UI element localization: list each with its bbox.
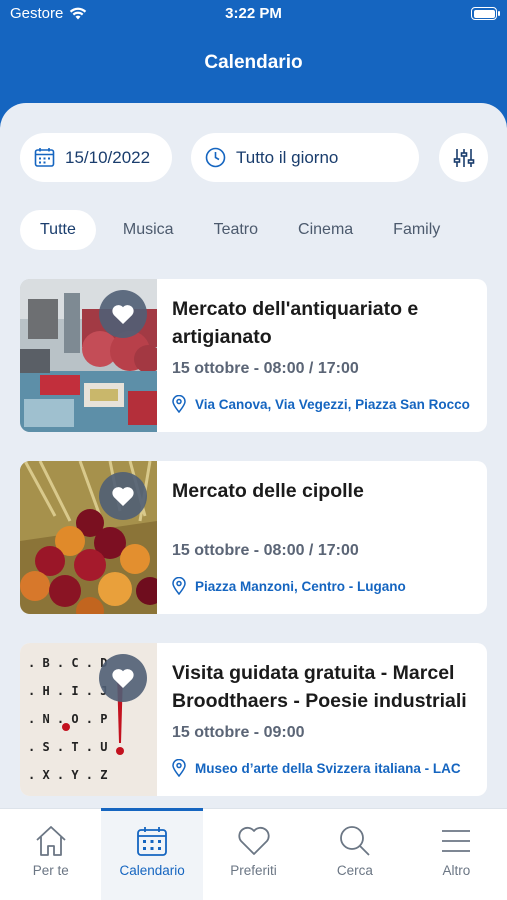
event-card[interactable]: Mercato delle cipolle 15 ottobre - 08:00…: [20, 461, 487, 614]
category-tab-cinema[interactable]: Cinema: [278, 210, 373, 250]
category-tab-teatro[interactable]: Teatro: [194, 210, 278, 250]
event-location-text: Piazza Manzoni, Centro - Lugano: [195, 578, 406, 594]
event-date: 15 ottobre - 08:00 / 17:00: [172, 542, 359, 559]
event-location: Museo d’arte della Svizzera italiana - L…: [172, 759, 477, 777]
filter-button[interactable]: [439, 133, 488, 182]
sliders-icon: [453, 148, 474, 167]
search-icon: [340, 826, 370, 856]
event-location: Piazza Manzoni, Centro - Lugano: [172, 577, 477, 595]
tab-cerca[interactable]: Cerca: [304, 809, 405, 900]
event-card[interactable]: . B . C . D . H . I . J . N . O . P . S …: [20, 643, 487, 796]
time-picker-button[interactable]: Tutto il giorno: [191, 133, 419, 182]
tab-label: Calendario: [119, 863, 185, 878]
heart-icon: [112, 487, 134, 506]
calendar-icon: [34, 148, 55, 167]
tab-label: Preferiti: [230, 863, 277, 878]
heart-icon: [237, 826, 270, 855]
battery-icon: [471, 7, 500, 20]
event-location-text: Via Canova, Via Vegezzi, Piazza San Rocc…: [195, 396, 470, 412]
tab-label: Per te: [32, 863, 69, 878]
date-picker-button[interactable]: 15/10/2022: [20, 133, 172, 182]
event-location: Via Canova, Via Vegezzi, Piazza San Rocc…: [172, 395, 477, 413]
event-date: 15 ottobre - 08:00 / 17:00: [172, 360, 359, 377]
tab-bar: Per te Calendario Preferiti Cerca Altro: [0, 808, 507, 900]
tab-preferiti[interactable]: Preferiti: [203, 809, 304, 900]
favorite-button[interactable]: [99, 290, 147, 338]
svg-text:. S . T . U: . S . T . U: [28, 740, 107, 754]
event-title: Visita guidata gratuita - Marcel Broodth…: [172, 662, 467, 712]
event-date: 15 ottobre - 09:00: [172, 724, 305, 741]
heart-icon: [112, 669, 134, 688]
category-tabs: Tutte Musica Teatro Cinema Family: [20, 210, 507, 250]
page-title: Calendario: [204, 52, 303, 73]
status-time: 3:22 PM: [225, 5, 282, 22]
favorite-button[interactable]: [99, 472, 147, 520]
svg-text:. B . C . D: . B . C . D: [28, 656, 107, 670]
category-tab-family[interactable]: Family: [373, 210, 460, 250]
event-title: Mercato dell'antiquariato e artigianato: [172, 298, 419, 348]
event-location-text: Museo d’arte della Svizzera italiana - L…: [195, 760, 461, 776]
tab-label: Altro: [442, 863, 471, 878]
time-value: Tutto il giorno: [236, 147, 339, 167]
menu-icon: [442, 830, 471, 852]
calendar-icon: [137, 827, 168, 856]
tab-calendario[interactable]: Calendario: [101, 808, 204, 900]
status-bar: Gestore 3:22 PM: [0, 0, 507, 28]
category-tab-tutte[interactable]: Tutte: [20, 210, 96, 250]
location-pin-icon: [172, 577, 186, 595]
category-tab-musica[interactable]: Musica: [103, 210, 194, 250]
event-card[interactable]: Mercato dell'antiquariato e artigianato …: [20, 279, 487, 432]
tab-altro[interactable]: Altro: [406, 809, 507, 900]
home-icon: [36, 826, 66, 856]
favorite-button[interactable]: [99, 654, 147, 702]
date-value: 15/10/2022: [65, 147, 151, 167]
svg-text:. H . I . J: . H . I . J: [28, 684, 107, 698]
heart-icon: [112, 305, 134, 324]
location-pin-icon: [172, 759, 186, 777]
main-content: 15/10/2022 Tutto il giorno Tutte Musica …: [0, 103, 507, 808]
location-pin-icon: [172, 395, 186, 413]
tab-label: Cerca: [336, 863, 373, 878]
tab-per-te[interactable]: Per te: [0, 809, 101, 900]
clock-icon: [205, 147, 226, 168]
event-title: Mercato delle cipolle: [172, 480, 364, 502]
svg-text:. X . Y . Z: . X . Y . Z: [28, 768, 107, 782]
